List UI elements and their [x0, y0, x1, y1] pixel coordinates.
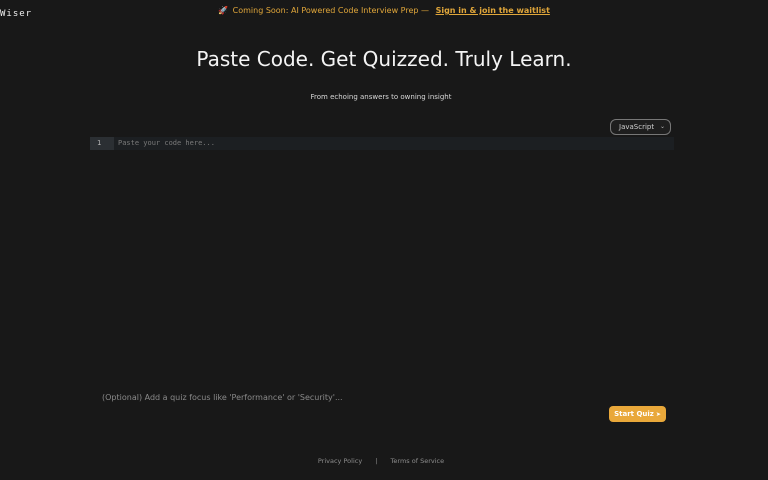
banner-text: Coming Soon: AI Powered Code Interview P…	[232, 6, 430, 15]
page-subtitle: From echoing answers to owning insight	[310, 93, 452, 101]
code-editor[interactable]: 1 Paste your code here...	[90, 137, 674, 382]
quiz-focus-input[interactable]	[96, 388, 608, 406]
page-title: Paste Code. Get Quizzed. Truly Learn.	[196, 47, 572, 71]
language-select-value: JavaScript	[619, 123, 655, 131]
editor-placeholder: Paste your code here...	[118, 139, 215, 147]
arrow-right-icon: ➤	[655, 411, 661, 418]
page: Wiser 🚀 Coming Soon: AI Powered Code Int…	[0, 0, 768, 480]
editor-active-line[interactable]: 1 Paste your code here...	[90, 137, 674, 150]
start-quiz-button[interactable]: Start Quiz ➤	[609, 406, 666, 422]
line-number: 1	[90, 137, 114, 150]
chevron-down-icon: ⌄	[659, 123, 665, 130]
language-select[interactable]: JavaScript ⌄	[610, 119, 671, 135]
terms-of-service-link[interactable]: Terms of Service	[391, 457, 445, 465]
privacy-policy-link[interactable]: Privacy Policy	[318, 457, 362, 465]
rocket-icon: 🚀	[218, 6, 229, 15]
announcement-banner: 🚀 Coming Soon: AI Powered Code Interview…	[0, 6, 768, 15]
start-quiz-label: Start Quiz	[614, 410, 654, 418]
waitlist-link[interactable]: Sign in & join the waitlist	[436, 6, 550, 15]
footer-separator: |	[375, 457, 378, 465]
footer: Privacy Policy | Terms of Service	[0, 457, 762, 465]
